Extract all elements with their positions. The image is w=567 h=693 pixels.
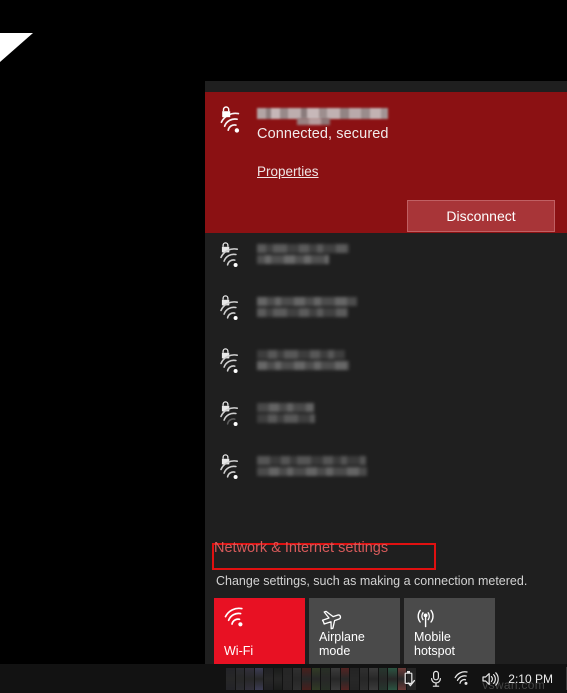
connected-ssid-redacted-line2 xyxy=(297,118,330,125)
taskbar-thumbnail[interactable] xyxy=(311,667,321,690)
taskbar-thumbnail[interactable] xyxy=(302,667,311,690)
network-ssid-redacted xyxy=(257,297,357,317)
tile-airplane-mode[interactable]: Airplane mode xyxy=(309,598,400,664)
network-list-item[interactable] xyxy=(205,233,567,286)
taskbar-thumbnail[interactable] xyxy=(264,667,273,690)
available-networks-list xyxy=(205,233,567,498)
tile-wifi[interactable]: Wi-Fi xyxy=(214,598,305,664)
wifi-icon[interactable] xyxy=(450,664,475,693)
taskbar-thumbnail[interactable] xyxy=(235,667,245,690)
taskbar-thumbnail[interactable] xyxy=(321,667,331,690)
network-ssid-redacted xyxy=(257,403,315,423)
lock-and-signal-icon xyxy=(220,106,240,133)
taskbar-thumbnail[interactable] xyxy=(350,667,359,690)
volume-icon[interactable] xyxy=(477,664,502,693)
airplane-icon xyxy=(319,607,345,631)
wifi-signal-dot xyxy=(233,369,238,373)
connection-status-text: Connected, secured xyxy=(257,126,389,142)
wifi-signal-dot xyxy=(234,128,240,133)
wifi-signal-dot xyxy=(233,263,238,267)
microphone-icon[interactable] xyxy=(423,664,448,693)
disconnect-button[interactable]: Disconnect xyxy=(407,200,555,232)
network-item-icons xyxy=(218,453,250,485)
network-item-icons xyxy=(218,241,250,273)
network-internet-settings-link[interactable]: Network & Internet settings xyxy=(214,540,388,556)
taskbar-thumbnail[interactable] xyxy=(369,667,378,690)
tile-mobile-hotspot-label: Mobile hotspot xyxy=(414,630,456,658)
network-ssid-redacted xyxy=(257,244,349,264)
taskbar-thumbnail[interactable] xyxy=(292,667,302,690)
wifi-signal-dot xyxy=(233,475,238,479)
taskbar-thumbnail[interactable] xyxy=(273,667,283,690)
wifi-flyout-panel: Connected, secured Properties Disconnect… xyxy=(205,81,567,672)
hotspot-icon xyxy=(414,607,440,631)
network-item-icons xyxy=(218,400,250,432)
taskbar-thumbnail[interactable] xyxy=(254,667,264,690)
taskbar: 2:10 PM vswan.com xyxy=(0,664,567,693)
taskbar-thumbnail[interactable] xyxy=(283,667,292,690)
taskbar-thumbnail[interactable] xyxy=(245,667,254,690)
network-list-item[interactable] xyxy=(205,286,567,339)
taskbar-thumbnail[interactable] xyxy=(378,667,388,690)
taskbar-clock[interactable]: 2:10 PM xyxy=(504,672,559,686)
network-item-icons xyxy=(218,347,250,379)
tile-wifi-label: Wi-Fi xyxy=(224,644,254,658)
taskbar-thumbnail[interactable] xyxy=(340,667,350,690)
tile-mobile-hotspot[interactable]: Mobile hotspot xyxy=(404,598,495,664)
system-tray: 2:10 PM xyxy=(396,664,559,693)
network-ssid-redacted xyxy=(257,350,349,370)
network-properties-link[interactable]: Properties xyxy=(257,164,319,179)
network-list-item[interactable] xyxy=(205,445,567,498)
taskbar-overflow-thumbnails xyxy=(226,666,416,691)
usb-safely-remove-icon[interactable] xyxy=(396,664,421,693)
connected-network-icons xyxy=(218,105,252,139)
wifi-signal-dot xyxy=(233,422,238,426)
taskbar-thumbnail[interactable] xyxy=(359,667,369,690)
network-ssid-redacted xyxy=(257,456,367,476)
quick-action-tiles: Wi-Fi Airplane mode Mobile hotspot xyxy=(214,598,495,664)
corner-triangle-artifact xyxy=(0,33,33,62)
taskbar-thumbnail[interactable] xyxy=(226,667,235,690)
taskbar-thumbnail[interactable] xyxy=(331,667,340,690)
network-list-item[interactable] xyxy=(205,392,567,445)
network-item-icons xyxy=(218,294,250,326)
tile-airplane-mode-label: Airplane mode xyxy=(319,630,365,658)
wifi-icon xyxy=(224,607,250,631)
connected-network-item[interactable]: Connected, secured Properties Disconnect xyxy=(205,92,567,233)
wifi-signal-dot xyxy=(233,316,238,320)
network-list-item[interactable] xyxy=(205,339,567,392)
network-settings-description: Change settings, such as making a connec… xyxy=(216,574,528,588)
